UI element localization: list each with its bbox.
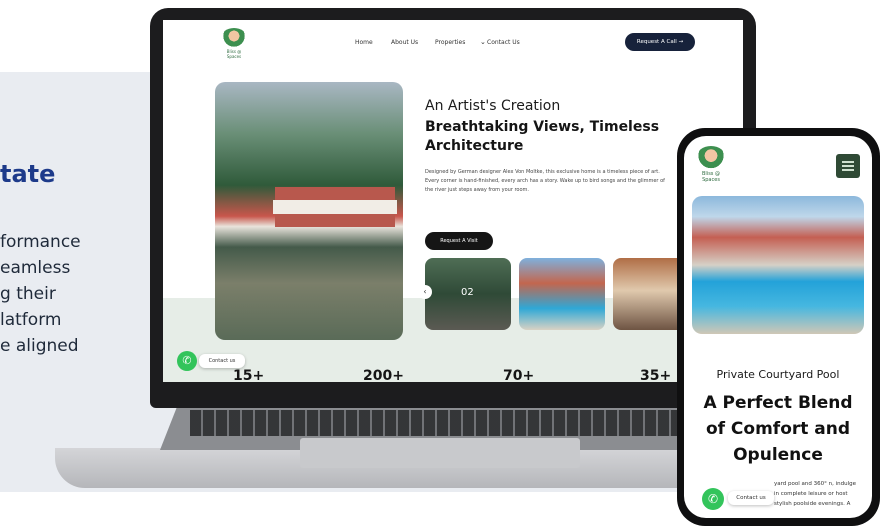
hamburger-menu-icon[interactable] <box>836 154 860 178</box>
request-call-button[interactable]: Request A Call → <box>625 33 695 51</box>
logo-icon <box>221 28 247 48</box>
laptop-trackpad <box>300 438 580 468</box>
hero-description: Designed by German designer Alex Von Mol… <box>425 169 665 193</box>
logo-text: Bliss @ Spaces <box>701 171 720 183</box>
phone-title: A Perfect Blend of Comfort and Opulence <box>703 393 853 465</box>
site-logo[interactable]: Bliss @ Spaces <box>221 28 247 59</box>
phone-subtitle: Private Courtyard Pool <box>716 368 840 381</box>
stat-value: 200+ <box>363 368 404 382</box>
nav-contact-us[interactable]: Contact Us <box>487 39 520 46</box>
stat-value: 35+ <box>640 368 672 382</box>
thumb-index: 02 <box>461 287 474 298</box>
gallery-thumb[interactable]: 02 <box>425 258 511 330</box>
arrow-left-icon[interactable]: ‹ <box>418 285 432 299</box>
phone-site-logo[interactable]: Bliss @ Spaces <box>696 146 726 183</box>
laptop-keys <box>190 410 720 436</box>
nav-home[interactable]: Home <box>355 39 373 46</box>
contact-us-chip[interactable]: Contact us <box>728 491 774 505</box>
logo-icon <box>696 146 726 170</box>
nav-properties[interactable]: Properties <box>435 39 465 46</box>
side-text-line: g their <box>0 284 56 304</box>
side-text-line: e aligned <box>0 336 79 356</box>
pool-image <box>692 196 864 334</box>
stat-value: 15+ <box>233 368 265 382</box>
whatsapp-icon[interactable]: ✆ <box>177 351 197 371</box>
nav-about-us[interactable]: About Us <box>391 39 418 46</box>
contact-us-chip[interactable]: Contact us <box>199 354 245 368</box>
chevron-down-icon: ⌄ <box>480 38 486 46</box>
hero-title: Breathtaking Views, Timeless Architectur… <box>425 119 660 154</box>
logo-text: Bliss @ Spaces <box>226 49 242 59</box>
laptop-screen: Bliss @ Spaces Home About Us Properties … <box>163 20 743 382</box>
request-visit-button[interactable]: Request A Visit <box>425 232 493 250</box>
side-heading: tate <box>0 160 56 188</box>
phone-screen: Bliss @ Spaces Private Courtyard Pool A … <box>684 136 872 518</box>
phone-description: yard pool and 360° n, indulge in complet… <box>774 481 856 507</box>
side-text-line: latform <box>0 310 62 330</box>
hero-image <box>215 82 403 340</box>
hero-pretitle: An Artist's Creation <box>425 98 561 114</box>
side-text-line: eamless <box>0 258 71 278</box>
site-header: Bliss @ Spaces Home About Us Properties … <box>163 20 743 66</box>
whatsapp-icon[interactable]: ✆ <box>702 488 724 510</box>
house-balcony-shape <box>273 200 397 214</box>
stat-value: 70+ <box>503 368 535 382</box>
gallery-thumb[interactable] <box>519 258 605 330</box>
side-text-line: formance <box>0 232 81 252</box>
